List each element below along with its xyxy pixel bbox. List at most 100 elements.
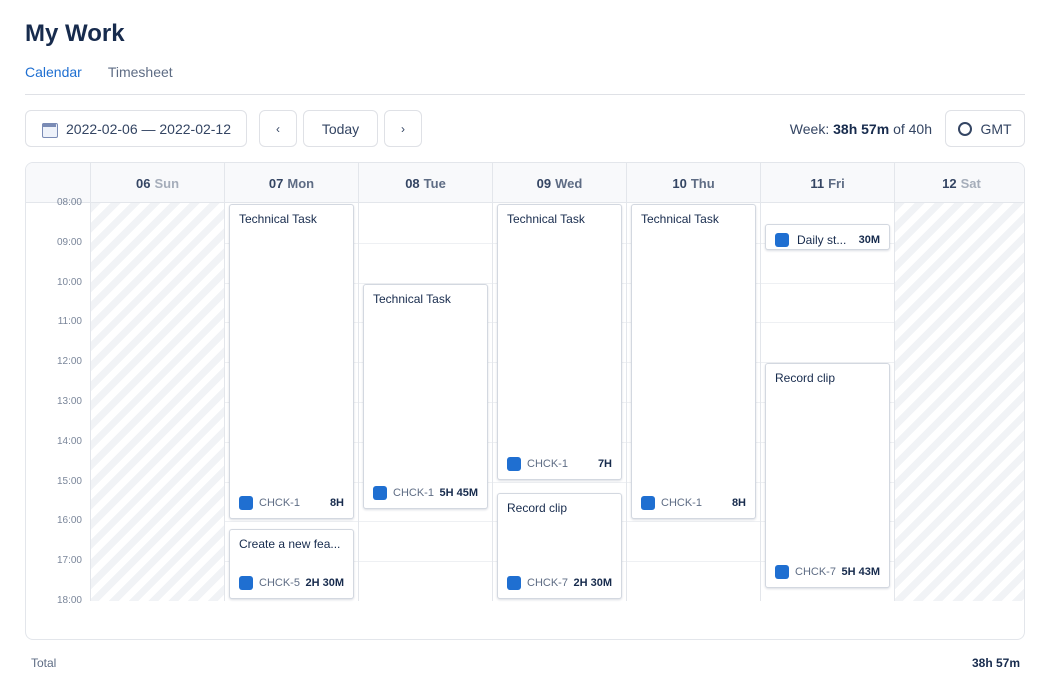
today-button[interactable]: Today: [303, 110, 378, 147]
hour-gridline: [225, 521, 358, 523]
task-type-icon: [775, 564, 789, 579]
day-header-wed: 09 Wed: [492, 163, 626, 203]
day-name: Tue: [423, 175, 446, 191]
day-name: Wed: [555, 175, 583, 191]
day-name: Sun: [154, 175, 180, 191]
date-range-picker[interactable]: 2022-02-06 — 2022-02-12: [25, 110, 247, 147]
day-number: 08: [405, 175, 420, 191]
day-header-mon: 07 Mon: [224, 163, 358, 203]
day-name: Mon: [287, 175, 315, 191]
day-column-mon[interactable]: Technical Task CHCK-1 8H Create a new fea..…: [224, 203, 358, 601]
hour-gridline: [761, 282, 894, 284]
task-type-icon: [507, 456, 521, 471]
worklog-title: Record clip: [507, 500, 568, 515]
previous-week-button[interactable]: ‹: [259, 110, 297, 147]
day-header-fri: 11 Fri: [760, 163, 894, 203]
chevron-right-icon: ›: [401, 121, 405, 136]
worklog-duration: 2H 30M: [305, 576, 344, 589]
worklog-card[interactable]: Daily st...Daily st... 30M: [765, 223, 890, 250]
hour-label: 18:00: [56, 595, 82, 606]
hour-label: 17:00: [56, 555, 82, 567]
worklog-footer: CHCK-7 2H 30M: [507, 575, 612, 590]
hour-gridline: [627, 521, 760, 523]
worklog-card[interactable]: Technical Task CHCK-1 8H: [229, 204, 354, 520]
hour-gridline: [761, 322, 894, 324]
worklog-footer: CHCK-1 5H 45M: [373, 486, 478, 501]
hour-gridline: [359, 521, 492, 523]
issue-key: CHCK-1: [259, 497, 300, 510]
date-range-label: 2022-02-06 — 2022-02-12: [66, 120, 232, 137]
day-column-fri[interactable]: Daily st...Daily st... 30M Record clip CHCK…: [760, 203, 894, 601]
day-header-tue: 08 Tue: [358, 163, 492, 203]
week-logged-time: 38h 57m: [833, 121, 890, 137]
timezone-label: GMT: [980, 120, 1012, 137]
week-target: of 40h: [893, 121, 932, 137]
day-name: Sat: [960, 175, 981, 191]
hour-gridline: [359, 242, 492, 244]
worklog-footer: CHCK-1 7H: [507, 456, 612, 471]
issue-key: CHCK-7: [795, 565, 836, 578]
day-column-tue[interactable]: Technical Task CHCK-1 5H 45M: [358, 203, 492, 601]
task-type-icon: [641, 496, 655, 511]
timezone-button[interactable]: GMT: [945, 110, 1025, 147]
issue-key: CHCK-7: [527, 576, 568, 589]
week-summary: Week: 38h 57m of 40h: [790, 121, 932, 137]
worklog-card[interactable]: Technical Task CHCK-1 5H 45M: [363, 283, 488, 510]
view-tabs: Calendar Timesheet: [25, 64, 173, 80]
hour-label: 09:00: [56, 236, 82, 248]
hour-label: 08:00: [56, 197, 82, 208]
worklog-duration: 8H: [731, 497, 746, 510]
day-header-thu: 10 Thu: [626, 163, 760, 203]
week-calendar: 06 Sun 07 Mon 08 Tue 09 Wed 10 Thu 11 Fri 12 Sat Tech…: [25, 162, 1025, 640]
total-label: Total: [31, 656, 57, 670]
tabs-divider: [25, 94, 1025, 95]
task-type-icon: [373, 486, 387, 501]
day-name: Fri: [828, 175, 845, 191]
total-value: 38h 57m: [971, 656, 1020, 670]
issue-key: CHCK-5: [259, 576, 300, 589]
task-type-icon: [239, 575, 253, 590]
day-number: 06: [135, 175, 151, 191]
issue-key: CHCK-1: [661, 497, 702, 510]
tab-timesheet[interactable]: Timesheet: [108, 64, 173, 80]
hour-label: 10:00: [56, 276, 82, 288]
day-number: 07: [268, 175, 284, 191]
day-column-wed[interactable]: Technical Task CHCK-1 7H Record clip CHCK-7 2…: [492, 203, 626, 601]
worklog-footer: Daily st... 30M: [775, 232, 880, 247]
task-type-icon: [507, 575, 521, 590]
day-header-sat: 12 Sat: [894, 163, 1024, 203]
worklog-duration: 7H: [597, 457, 612, 470]
hour-gridline: [359, 561, 492, 563]
issue-key: CHCK-1: [393, 487, 434, 500]
day-column-thu[interactable]: Technical Task CHCK-1 8H: [626, 203, 760, 601]
tab-calendar[interactable]: Calendar: [25, 64, 82, 80]
worklog-title: Daily st...: [797, 232, 847, 247]
hour-label: 11:00: [57, 316, 82, 328]
worklog-card[interactable]: Technical Task CHCK-1 7H: [497, 204, 622, 480]
worklog-card[interactable]: Create a new fea... CHCK-5 2H 30M: [229, 529, 354, 599]
hour-gridline: [627, 561, 760, 563]
day-column-sun[interactable]: [90, 203, 224, 601]
hour-label: 12:00: [56, 356, 82, 368]
worklog-title: Create a new fea...: [239, 537, 341, 552]
day-number: 11: [810, 175, 825, 191]
calendar-header: 06 Sun 07 Mon 08 Tue 09 Wed 10 Thu 11 Fri 12 Sat: [26, 163, 1024, 203]
day-number: 10: [672, 175, 687, 191]
worklog-footer: CHCK-5 2H 30M: [239, 575, 344, 590]
worklog-card[interactable]: Record clip CHCK-7 2H 30M: [497, 492, 622, 599]
day-column-sat[interactable]: [894, 203, 1024, 601]
worklog-title: Technical Task: [373, 291, 451, 306]
worklog-footer: CHCK-1 8H: [239, 496, 344, 511]
next-week-button[interactable]: ›: [384, 110, 422, 147]
task-type-icon: [239, 496, 253, 511]
worklog-footer: CHCK-1 8H: [641, 496, 746, 511]
worklog-card[interactable]: Technical Task CHCK-1 8H: [631, 204, 756, 520]
task-type-icon: [775, 232, 789, 247]
worklog-card[interactable]: Record clip CHCK-7 5H 43M: [765, 363, 890, 588]
worklog-duration: 8H: [329, 497, 344, 510]
worklog-duration: 30M: [858, 233, 880, 246]
day-number: 12: [942, 175, 957, 191]
day-name: Thu: [690, 175, 715, 191]
hour-label: 15:00: [56, 475, 82, 487]
worklog-title: Technical Task: [507, 212, 585, 226]
